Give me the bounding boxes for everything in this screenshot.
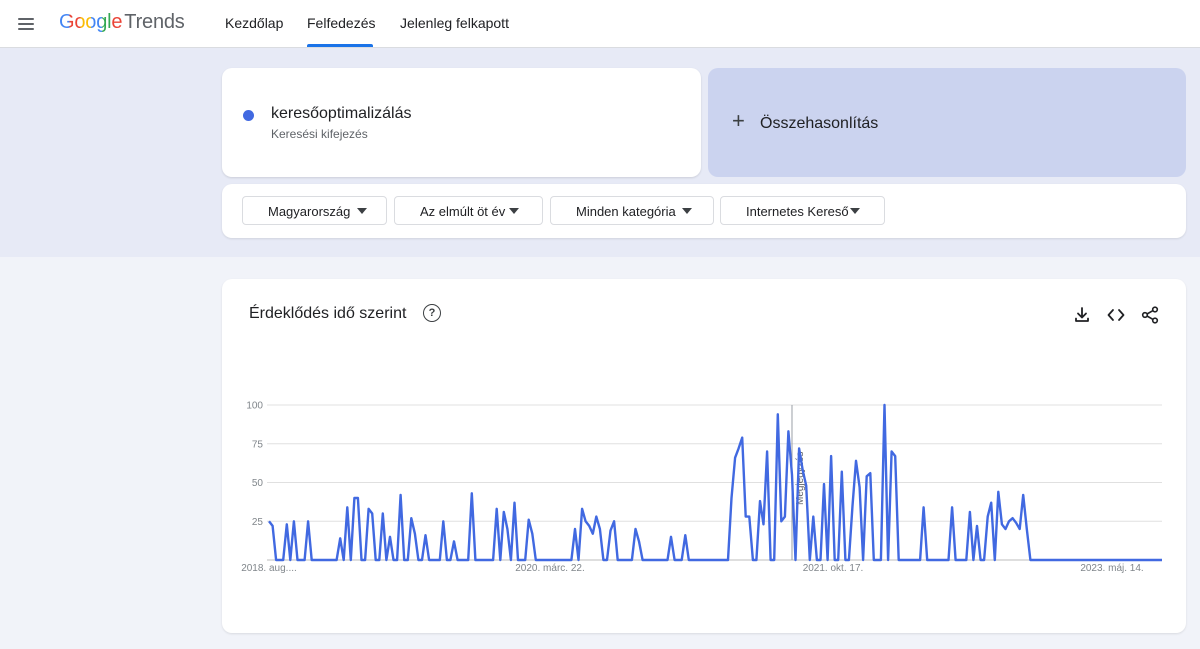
hamburger-menu-icon[interactable] [14,12,38,36]
dropdown-arrow-icon [850,208,860,214]
filter-time-range-dropdown[interactable]: Az elmúlt öt év [394,196,543,225]
search-term-type: Keresési kifejezés [271,127,368,141]
y-tick-label: 50 [252,478,264,489]
filter-category-label: Minden kategória [576,204,676,219]
search-term-card[interactable]: keresőoptimalizálás Keresési kifejezés [222,68,701,177]
compare-label: Összehasonlítás [760,115,879,132]
tab-trending-now[interactable]: Jelenleg felkapott [400,15,509,31]
dropdown-arrow-icon [682,208,692,214]
plus-icon: + [732,108,745,133]
interest-over-time-card: Érdeklődés idő szerint ? 25 50 75 100 2018.… [222,279,1186,633]
filter-search-type-label: Internetes Kereső [746,204,849,219]
x-axis-ticks: 2018. aug.... 2020. márc. 22. 2021. okt. 1… [241,563,1143,574]
tab-explore[interactable]: Felfedezés [307,15,375,31]
filter-region-label: Magyarország [268,204,351,219]
google-trends-logo[interactable]: Google Trends [59,11,185,34]
dropdown-arrow-icon [357,208,367,214]
search-term[interactable]: keresőoptimalizálás [271,105,412,123]
compare-button[interactable]: + Összehasonlítás [708,68,1186,177]
x-tick-label: 2018. aug.... [241,563,297,574]
filters-bar: Magyarország Az elmúlt öt év Minden kate… [222,184,1186,238]
y-axis-ticks: 25 50 75 100 [246,401,263,528]
y-tick-label: 75 [252,439,264,450]
term-color-dot [243,110,254,121]
filter-time-range-label: Az elmúlt öt év [420,204,506,219]
top-bar: Google Trends Kezdőlap Felfedezés Jelenle… [0,0,1200,48]
active-tab-indicator [307,44,373,47]
x-tick-label: 2020. márc. 22. [515,563,584,574]
tab-home[interactable]: Kezdőlap [225,15,283,31]
x-tick-label: 2023. máj. 14. [1080,563,1143,574]
filter-category-dropdown[interactable]: Minden kategória [550,196,714,225]
line-chart: 255075100 2018. aug.... 2020. márc. 22. 20… [241,401,1162,574]
x-tick-label: 2021. okt. 17. [803,563,864,574]
y-tick-label: 100 [246,401,263,412]
logo-google-text: Google [59,11,123,33]
filter-search-type-dropdown[interactable]: Internetes Kereső [720,196,885,225]
y-tick-label: 25 [252,517,264,528]
filter-region-dropdown[interactable]: Magyarország [242,196,387,225]
logo-trends-text: Trends [124,11,185,33]
dropdown-arrow-icon [509,208,519,214]
